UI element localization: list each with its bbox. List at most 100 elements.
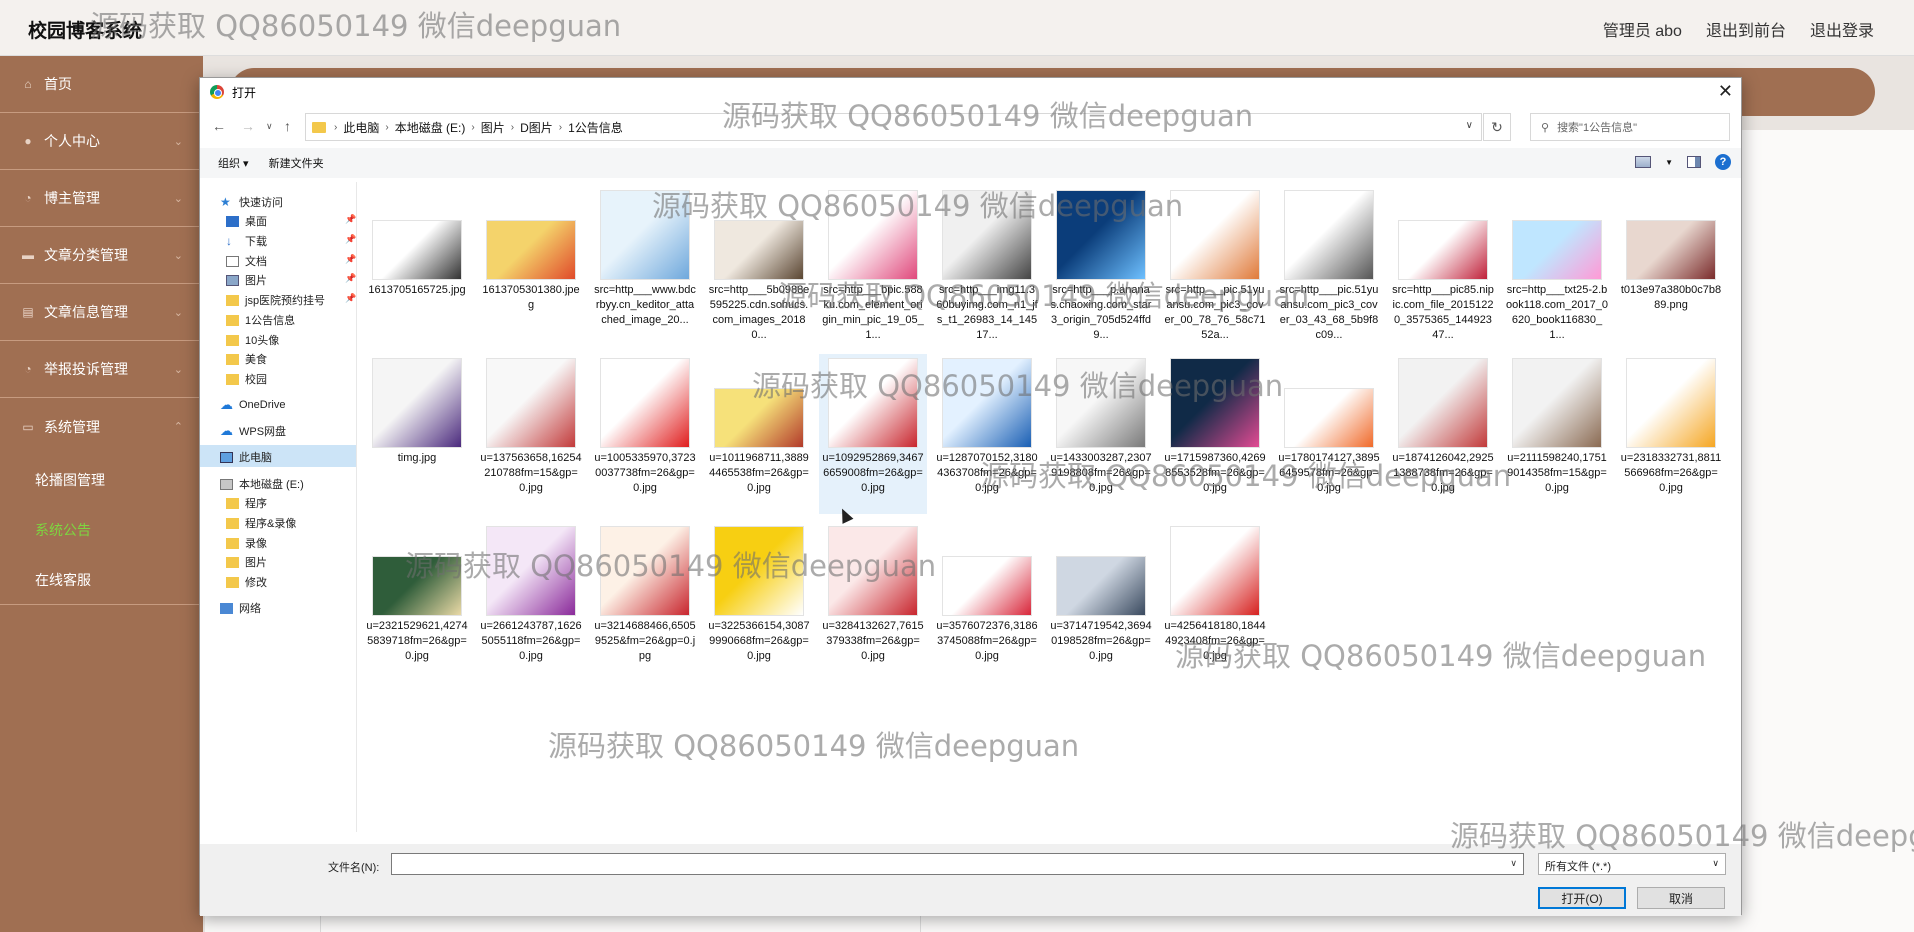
- help-icon[interactable]: ?: [1715, 154, 1731, 170]
- file-item[interactable]: u=1433003287,23079198808fm=26&gp=0.jpg: [1047, 354, 1155, 514]
- file-item[interactable]: src=http___img11.360buyimg.com_n1_jfs_t1…: [933, 186, 1041, 346]
- nav-item[interactable]: 校园: [226, 371, 267, 387]
- breadcrumb-item[interactable]: 本地磁盘 (E:): [395, 119, 466, 136]
- file-item[interactable]: u=3576072376,31863745088fm=26&gp=0.jpg: [933, 522, 1041, 682]
- nav-item[interactable]: 程序: [226, 495, 267, 511]
- new-folder-button[interactable]: 新建文件夹: [269, 155, 324, 171]
- file-item[interactable]: u=2661243787,16265055118fm=26&gp=0.jpg: [477, 522, 585, 682]
- file-item[interactable]: u=2321529621,42745839718fm=26&gp=0.jpg: [363, 522, 471, 682]
- preview-pane-icon[interactable]: [1687, 156, 1701, 168]
- open-button[interactable]: 打开(O): [1538, 887, 1626, 909]
- file-item[interactable]: u=1780174127,38956459578fm=26&gp=0.jpg: [1275, 354, 1383, 514]
- sidebar-subitem[interactable]: 轮播图管理: [0, 455, 203, 505]
- chevron-down-icon[interactable]: ∨: [1466, 120, 1473, 131]
- chevron-down-icon[interactable]: ▼: [1665, 158, 1673, 167]
- nav-item[interactable]: 桌面: [226, 213, 267, 229]
- sidebar-item[interactable]: ● 个人中心 ⌄: [0, 113, 203, 170]
- nav-item[interactable]: 10头像: [226, 332, 279, 348]
- sidebar-item[interactable]: ▬ 文章分类管理 ⌄: [0, 227, 203, 284]
- file-item[interactable]: timg.jpg: [363, 354, 471, 514]
- nav-item[interactable]: 修改: [226, 574, 267, 590]
- sidebar-item[interactable]: ▭ 系统管理 ⌃: [0, 398, 203, 455]
- file-item[interactable]: u=2318332731,8811566968fm=26&gp=0.jpg: [1617, 354, 1725, 514]
- nav-item-label: WPS网盘: [239, 426, 287, 438]
- filetype-select[interactable]: 所有文件 (*.*) ∨: [1538, 853, 1726, 875]
- file-item[interactable]: src=http___5b0988e595225.cdn.sohucs.com_…: [705, 186, 813, 346]
- folder-icon: [226, 576, 239, 588]
- file-item[interactable]: 1613705165725.jpg: [363, 186, 471, 346]
- nav-item[interactable]: 网络: [220, 600, 261, 616]
- organize-button[interactable]: 组织 ▾: [218, 155, 249, 171]
- nav-item[interactable]: 文档: [226, 253, 267, 269]
- to-frontend-link[interactable]: 退出到前台: [1706, 17, 1786, 41]
- file-item[interactable]: src=http___pic85.nipic.com_file_20151220…: [1389, 186, 1497, 346]
- file-item[interactable]: u=1715987360,42698553528fm=26&gp=0.jpg: [1161, 354, 1269, 514]
- address-bar[interactable]: › 此电脑 › 本地磁盘 (E:) › 图片 › D图片 › 1公告信息 ∨: [305, 113, 1482, 141]
- breadcrumb-item[interactable]: 图片: [481, 119, 505, 136]
- filename-field[interactable]: ∨: [391, 853, 1524, 875]
- nav-item[interactable]: 程序&录像: [226, 515, 296, 531]
- breadcrumb-item[interactable]: D图片: [520, 119, 553, 136]
- file-item[interactable]: 1613705301380.jpeg: [477, 186, 585, 346]
- nav-item[interactable]: ★ 快速访问: [220, 194, 283, 210]
- nav-item[interactable]: jsp医院预约挂号: [226, 292, 325, 308]
- nav-item[interactable]: ☁ OneDrive: [220, 397, 285, 413]
- sidebar-item[interactable]: ◔ 举报投诉管理 ⌄: [0, 341, 203, 398]
- chevron-right-icon[interactable]: ›: [559, 122, 562, 133]
- breadcrumb-item[interactable]: 1公告信息: [568, 119, 623, 136]
- file-item[interactable]: src=http___pic.51yuansu.com_pic3_cover_0…: [1161, 186, 1269, 346]
- file-item[interactable]: t013e97a380b0c7b889.png: [1617, 186, 1725, 346]
- chevron-right-icon[interactable]: ›: [334, 122, 337, 133]
- chevron-down-icon[interactable]: ∨: [1510, 858, 1517, 869]
- file-item[interactable]: u=3214688466,65059525&fm=26&gp=0.jpg: [591, 522, 699, 682]
- file-name: timg.jpg: [397, 452, 437, 464]
- file-item[interactable]: src=http___txt25-2.book118.com_2017_0620…: [1503, 186, 1611, 346]
- sidebar-item[interactable]: ◔ 博主管理 ⌄: [0, 170, 203, 227]
- nav-item[interactable]: 本地磁盘 (E:): [220, 476, 304, 492]
- file-item[interactable]: u=3714719542,36940198528fm=26&gp=0.jpg: [1047, 522, 1155, 682]
- close-icon[interactable]: ✕: [1718, 81, 1733, 102]
- nav-item[interactable]: 图片: [226, 554, 267, 570]
- file-item[interactable]: u=1092952869,34676659008fm=26&gp=0.jpg: [819, 354, 927, 514]
- sidebar-subitem[interactable]: 在线客服: [0, 555, 203, 605]
- file-item[interactable]: u=4256418180,18444923408fm=26&gp=0.jpg: [1161, 522, 1269, 682]
- search-input[interactable]: ⚲ 搜索"1公告信息": [1530, 113, 1730, 141]
- forward-arrow-icon[interactable]: →: [241, 118, 255, 134]
- file-item[interactable]: u=1011968711,38894465538fm=26&gp=0.jpg: [705, 354, 813, 514]
- file-item[interactable]: src=http___www.bdcrbyy.cn_keditor_attach…: [591, 186, 699, 346]
- file-item[interactable]: src=http___pic.51yuansu.com_pic3_cover_0…: [1275, 186, 1383, 346]
- file-item[interactable]: u=137563658,16254210788fm=15&gp=0.jpg: [477, 354, 585, 514]
- back-arrow-icon[interactable]: ←: [212, 118, 226, 134]
- file-thumbnail: [600, 190, 690, 280]
- nav-item[interactable]: 录像: [226, 535, 267, 551]
- file-item[interactable]: u=3284132627,7615379338fm=26&gp=0.jpg: [819, 522, 927, 682]
- nav-item[interactable]: ↓ 下载: [226, 233, 267, 249]
- file-item[interactable]: src=http___p.ananas.chaoxing.com_star3_o…: [1047, 186, 1155, 346]
- nav-item[interactable]: 美食: [226, 351, 267, 367]
- sidebar-item[interactable]: ⌂ 首页: [0, 56, 203, 113]
- nav-item[interactable]: 此电脑: [220, 449, 272, 465]
- file-name: u=4256418180,18444923408fm=26&gp=0.jpg: [1164, 620, 1266, 662]
- sidebar-item[interactable]: ▤ 文章信息管理 ⌄: [0, 284, 203, 341]
- nav-item[interactable]: 图片: [226, 272, 267, 288]
- file-item[interactable]: u=1287070152,31804363708fm=26&gp=0.jpg: [933, 354, 1041, 514]
- chevron-right-icon[interactable]: ›: [511, 122, 514, 133]
- chevron-right-icon[interactable]: ›: [385, 122, 388, 133]
- logout-link[interactable]: 退出登录: [1810, 17, 1874, 41]
- file-item[interactable]: u=2111598240,17519014358fm=15&gp=0.jpg: [1503, 354, 1611, 514]
- refresh-icon[interactable]: ↻: [1483, 113, 1511, 141]
- file-item[interactable]: src=http___bpic.588ku.com_element_origin…: [819, 186, 927, 346]
- nav-item[interactable]: ☁ WPS网盘: [220, 423, 286, 439]
- change-view-icon[interactable]: [1635, 156, 1652, 168]
- chevron-right-icon[interactable]: ›: [471, 122, 474, 133]
- chevron-down-icon[interactable]: ∨: [266, 121, 273, 132]
- breadcrumb-item[interactable]: 此电脑: [343, 119, 379, 136]
- nav-item[interactable]: 1公告信息: [226, 312, 295, 328]
- up-arrow-icon[interactable]: ↑: [284, 118, 291, 134]
- cancel-button[interactable]: 取消: [1637, 887, 1725, 909]
- file-item[interactable]: u=3225366154,30879990668fm=26&gp=0.jpg: [705, 522, 813, 682]
- nav-item-label: 桌面: [245, 216, 267, 228]
- file-item[interactable]: u=1005335970,37230037738fm=26&gp=0.jpg: [591, 354, 699, 514]
- file-item[interactable]: u=1874126042,29251388738fm=26&gp=0.jpg: [1389, 354, 1497, 514]
- sidebar-subitem[interactable]: 系统公告: [0, 505, 203, 555]
